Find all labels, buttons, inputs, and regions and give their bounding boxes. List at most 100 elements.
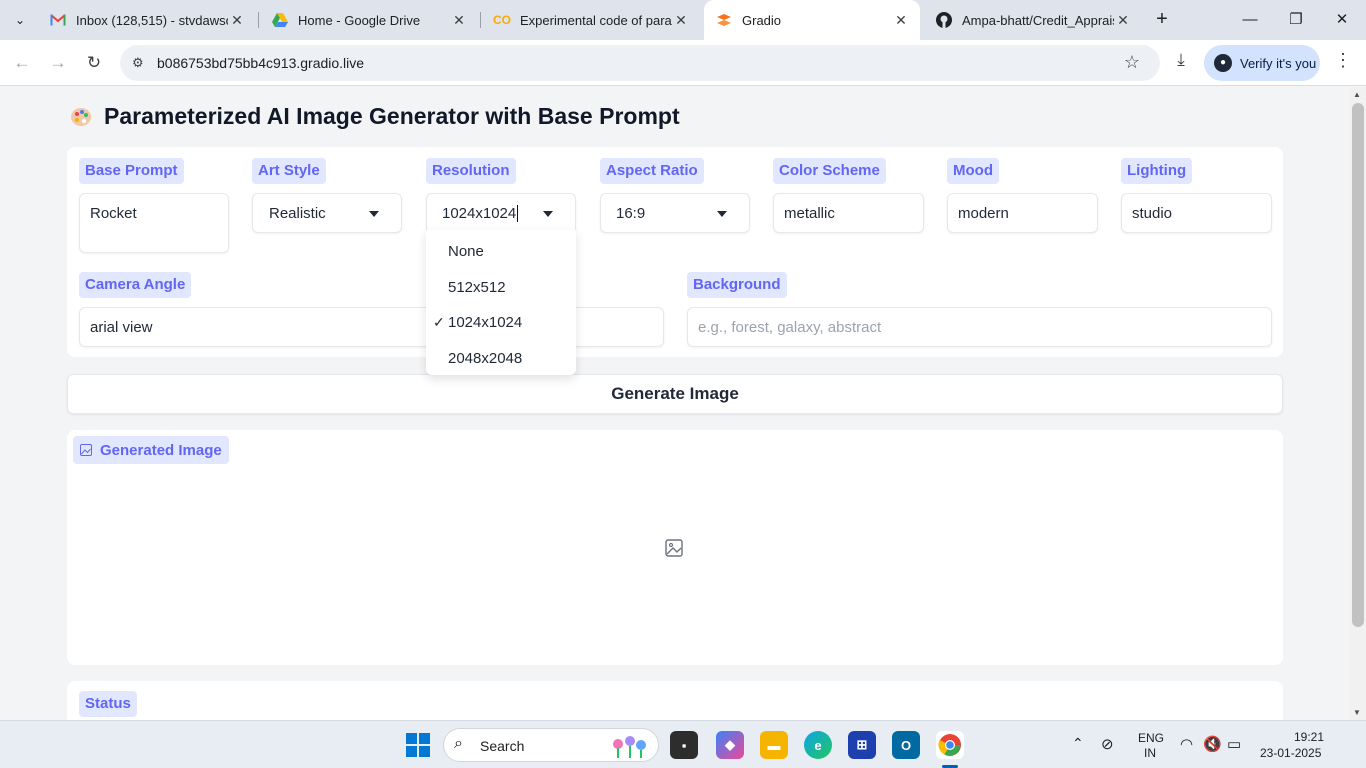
chevron-down-icon xyxy=(369,211,379,217)
scroll-up-icon[interactable]: ▲ xyxy=(1353,90,1361,99)
reload-icon[interactable]: ↻ xyxy=(80,49,108,77)
back-arrow-icon[interactable]: ← xyxy=(8,49,36,77)
generated-image-panel: Generated Image xyxy=(67,430,1283,665)
check-icon: ✓ xyxy=(433,314,445,330)
resolution-option-2048[interactable]: 2048x2048 xyxy=(426,341,576,377)
language-code[interactable]: ENG xyxy=(1138,731,1164,745)
tab-google-drive[interactable]: Home - Google Drive ✕ xyxy=(260,0,478,40)
network-off-icon[interactable]: ⊘ xyxy=(1101,735,1114,753)
tab-gradio[interactable]: Gradio ✕ xyxy=(704,0,920,40)
tab-label: Experimental code of param xyxy=(520,12,672,28)
chevron-down-icon xyxy=(543,211,553,217)
edge-icon[interactable]: e xyxy=(804,731,832,759)
minimize-icon[interactable]: — xyxy=(1234,6,1266,34)
restore-icon[interactable]: ❐ xyxy=(1280,6,1312,34)
art-style-label: Art Style xyxy=(252,158,326,184)
resolution-option-512[interactable]: 512x512 xyxy=(426,270,576,306)
tab-close-icon[interactable]: ✕ xyxy=(892,12,910,29)
page-title: Parameterized AI Image Generator with Ba… xyxy=(70,103,680,130)
tab-label: Inbox (128,515) - stvdawson xyxy=(76,12,228,28)
new-tab-icon[interactable]: + xyxy=(1150,8,1174,32)
page-scrollbar[interactable]: ▲ ▼ xyxy=(1350,87,1366,720)
art-style-value: Realistic xyxy=(269,205,326,222)
taskbar-search-label: Search xyxy=(480,738,525,754)
close-window-icon[interactable]: ✕ xyxy=(1326,6,1358,34)
camera-angle-input[interactable]: arial view xyxy=(79,307,664,347)
resolution-dropdown-menu: None 512x512 ✓ 1024x1024 2048x2048 xyxy=(426,230,576,375)
file-explorer-icon[interactable]: ▬ xyxy=(760,731,788,759)
base-prompt-textarea[interactable]: Rocket xyxy=(79,193,229,253)
aspect-ratio-value: 16:9 xyxy=(616,205,646,222)
aspect-ratio-label: Aspect Ratio xyxy=(600,158,704,184)
colab-icon: CO xyxy=(493,13,511,27)
google-drive-icon xyxy=(272,12,288,28)
taskbar-search-box[interactable]: ⌕ Search xyxy=(443,728,659,762)
copilot-icon[interactable]: ◆ xyxy=(716,731,744,759)
tray-chevron-icon[interactable]: ⌃ xyxy=(1072,735,1084,752)
forward-arrow-icon[interactable]: → xyxy=(44,49,72,77)
task-view-icon[interactable]: ▪ xyxy=(670,731,698,759)
background-placeholder: e.g., forest, galaxy, abstract xyxy=(698,319,882,336)
lighting-label: Lighting xyxy=(1121,158,1193,184)
tab-github[interactable]: Ampa-bhatt/Credit_Apprais ✕ xyxy=(924,0,1142,40)
site-info-icon[interactable]: ⚙ xyxy=(132,55,148,71)
battery-icon[interactable]: ▭ xyxy=(1227,735,1241,753)
tab-close-icon[interactable]: ✕ xyxy=(450,12,468,29)
search-icon: ⌕ xyxy=(454,735,463,752)
download-icon[interactable]: ⤓ xyxy=(1168,50,1194,76)
gradio-icon xyxy=(716,12,732,28)
tab-close-icon[interactable]: ✕ xyxy=(228,12,246,29)
clock-time[interactable]: 19:21 xyxy=(1294,730,1324,744)
status-label: Status xyxy=(79,691,137,717)
art-style-select[interactable]: Realistic xyxy=(252,193,402,233)
resolution-label: Resolution xyxy=(426,158,516,184)
mood-input[interactable]: modern xyxy=(947,193,1098,233)
outlook-icon[interactable]: O xyxy=(892,731,920,759)
browser-menu-icon[interactable]: ⋮ xyxy=(1334,50,1352,71)
generate-image-button[interactable]: Generate Image xyxy=(67,374,1283,414)
tab-gmail[interactable]: Inbox (128,515) - stvdawson ✕ xyxy=(38,0,256,40)
image-placeholder-icon xyxy=(665,539,683,557)
chevron-down-icon xyxy=(717,211,727,217)
color-scheme-value: metallic xyxy=(784,205,835,222)
tab-label: Gradio xyxy=(742,12,782,28)
tab-label: Ampa-bhatt/Credit_Apprais xyxy=(962,12,1114,28)
lighting-value: studio xyxy=(1132,205,1173,222)
resolution-select[interactable]: 1024x1024 xyxy=(426,193,576,233)
resolution-option-none[interactable]: None xyxy=(426,234,576,270)
scroll-down-icon[interactable]: ▼ xyxy=(1353,708,1361,717)
camera-angle-value: arial view xyxy=(90,319,153,336)
tab-close-icon[interactable]: ✕ xyxy=(1114,12,1132,29)
speaker-muted-icon[interactable]: 🔇 xyxy=(1203,735,1222,753)
base-prompt-value: Rocket xyxy=(90,205,137,222)
generated-image-label: Generated Image xyxy=(73,436,229,464)
url-text[interactable]: b086753bd75bb4c913.gradio.live xyxy=(157,55,364,71)
generated-image-label-text: Generated Image xyxy=(100,441,222,459)
language-region[interactable]: IN xyxy=(1144,746,1156,760)
color-scheme-label: Color Scheme xyxy=(773,158,886,184)
aspect-ratio-select[interactable]: 16:9 xyxy=(600,193,750,233)
wifi-icon[interactable]: ◠ xyxy=(1180,735,1193,753)
address-bar[interactable]: ⚙ b086753bd75bb4c913.gradio.live ☆ xyxy=(120,45,1160,81)
windows-start-icon[interactable] xyxy=(404,731,432,759)
tab-close-icon[interactable]: ✕ xyxy=(672,12,690,29)
background-input[interactable]: e.g., forest, galaxy, abstract xyxy=(687,307,1272,347)
status-panel: Status xyxy=(67,681,1283,720)
browser-toolbar: ← → ↻ ⚙ b086753bd75bb4c913.gradio.live ☆… xyxy=(0,40,1366,86)
chrome-icon[interactable] xyxy=(936,731,964,759)
color-scheme-input[interactable]: metallic xyxy=(773,193,924,233)
tab-colab[interactable]: CO Experimental code of param ✕ xyxy=(482,0,700,40)
microsoft-store-icon[interactable]: ⊞ xyxy=(848,731,876,759)
gradio-page: Parameterized AI Image Generator with Ba… xyxy=(0,87,1350,720)
lighting-input[interactable]: studio xyxy=(1121,193,1272,233)
clock-date[interactable]: 23-01-2025 xyxy=(1260,746,1321,760)
resolution-option-1024[interactable]: ✓ 1024x1024 xyxy=(426,305,576,341)
verify-button[interactable]: ● Verify it's you xyxy=(1204,45,1320,81)
scrollbar-thumb[interactable] xyxy=(1352,103,1364,627)
search-highlight-flowers-icon xyxy=(613,736,646,758)
image-icon xyxy=(80,444,92,456)
avatar: ● xyxy=(1214,54,1232,72)
tab-search-chevron-icon[interactable]: ⌄ xyxy=(6,6,34,34)
bookmark-star-icon[interactable]: ☆ xyxy=(1124,52,1140,73)
gmail-icon xyxy=(50,12,66,28)
